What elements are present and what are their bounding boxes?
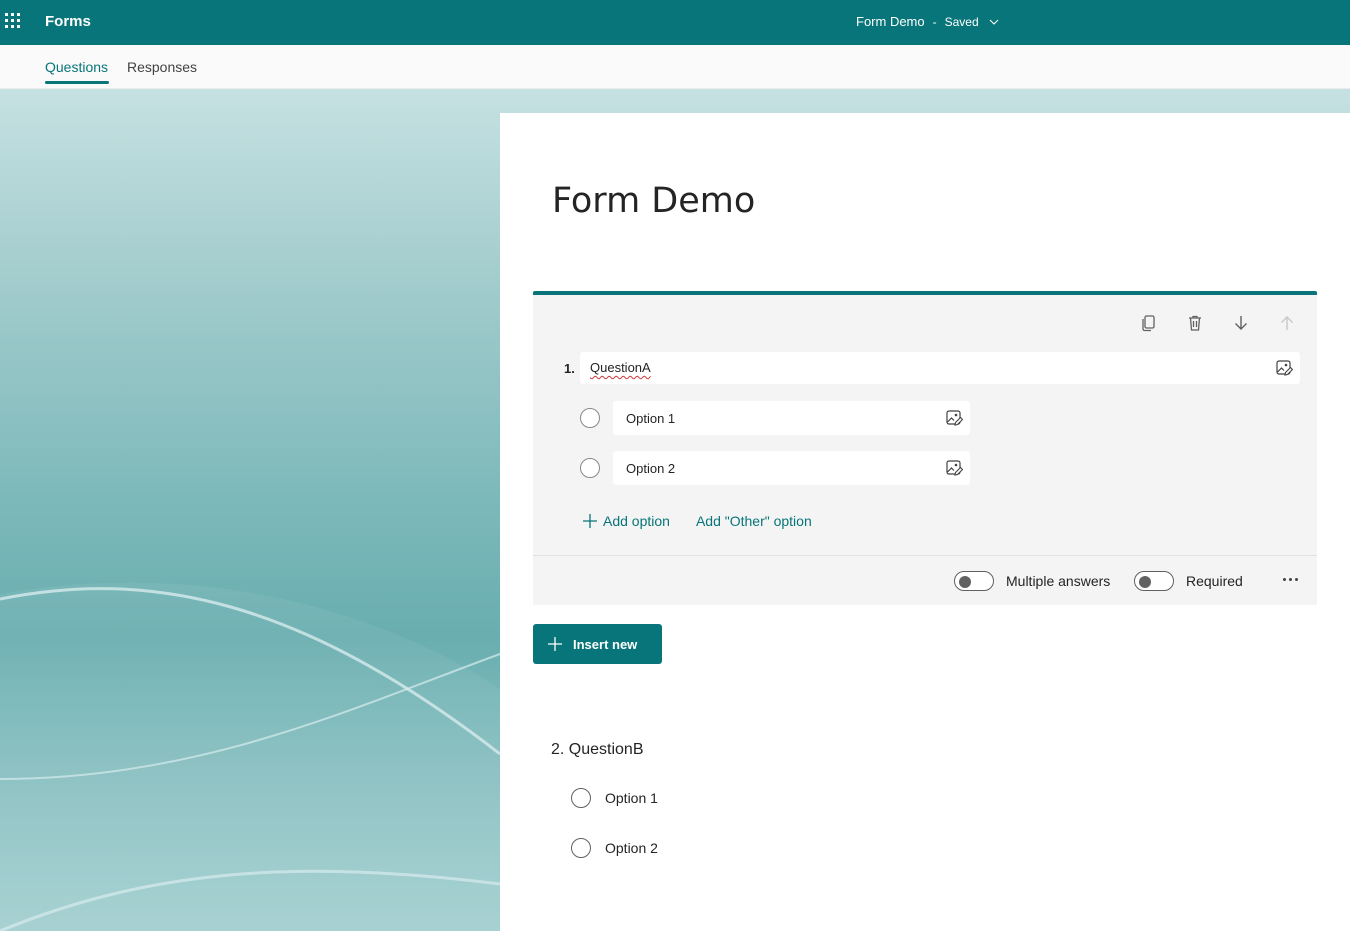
insert-new-label: Insert new <box>573 636 638 652</box>
question-title-text: QuestionA <box>590 360 651 375</box>
option-radio[interactable] <box>571 838 591 858</box>
header-form-name: Form Demo <box>856 14 925 29</box>
option-text: Option 1 <box>626 411 676 426</box>
move-up-icon[interactable] <box>1277 313 1297 333</box>
option-input[interactable]: Option 2 <box>613 451 970 485</box>
copy-icon[interactable] <box>1139 313 1159 333</box>
option-input[interactable]: Option 1 <box>613 401 970 435</box>
option-radio[interactable] <box>571 788 591 808</box>
form-title[interactable]: Form Demo <box>552 181 755 221</box>
form-panel: Form Demo 1. QuestionA Option 1 Option 2… <box>500 113 1350 931</box>
save-status: Saved <box>944 14 979 29</box>
add-option-button[interactable]: Add option <box>582 513 670 529</box>
multiple-answers-label: Multiple answers <box>1006 573 1111 589</box>
question-number: 1. <box>564 361 575 376</box>
add-option-links: Add option Add "Other" option <box>582 513 812 529</box>
option-text: Option 2 <box>605 840 658 856</box>
more-icon[interactable] <box>1283 578 1298 581</box>
tab-questions[interactable]: Questions <box>45 59 108 75</box>
image-edit-icon[interactable] <box>945 409 963 427</box>
question-title-input[interactable]: QuestionA <box>580 352 1300 384</box>
question-card[interactable]: 1. QuestionA Option 1 Option 2 Add optio… <box>533 291 1317 605</box>
option-row: Option 2 <box>580 451 970 485</box>
add-option-label: Add option <box>603 513 670 529</box>
required-toggle[interactable] <box>1134 571 1174 591</box>
question-footer: Multiple answers Required <box>533 555 1317 605</box>
insert-new-button[interactable]: Insert new <box>533 624 662 664</box>
active-tab-indicator <box>45 81 109 84</box>
multiple-answers-toggle[interactable] <box>954 571 994 591</box>
plus-icon <box>548 637 562 651</box>
question-title[interactable]: 2. QuestionB <box>551 741 644 759</box>
add-other-option-button[interactable]: Add "Other" option <box>696 513 812 529</box>
plus-icon <box>583 514 597 528</box>
required-label: Required <box>1186 573 1243 589</box>
chevron-down-icon[interactable] <box>987 15 1001 29</box>
waffle-icon[interactable] <box>5 13 21 29</box>
image-edit-icon[interactable] <box>1275 359 1293 377</box>
app-name[interactable]: Forms <box>45 13 91 30</box>
option-text: Option 2 <box>626 461 676 476</box>
header-separator: - <box>932 14 937 29</box>
question-toolbar <box>1139 313 1297 333</box>
option-row: Option 1 <box>580 401 970 435</box>
option-radio[interactable] <box>580 458 600 478</box>
delete-icon[interactable] <box>1185 313 1205 333</box>
option-text: Option 1 <box>605 790 658 806</box>
form-title-status[interactable]: Form Demo - Saved <box>856 14 1001 29</box>
option-radio[interactable] <box>580 408 600 428</box>
top-bar: Forms Form Demo - Saved <box>0 0 1350 45</box>
move-down-icon[interactable] <box>1231 313 1251 333</box>
tab-responses[interactable]: Responses <box>127 59 197 75</box>
image-edit-icon[interactable] <box>945 459 963 477</box>
tab-bar: Questions Responses <box>0 45 1350 89</box>
